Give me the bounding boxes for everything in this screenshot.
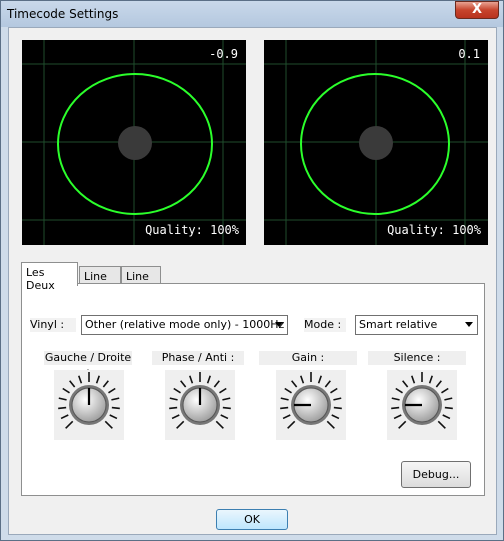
scope-right-quality: Quality: 100% — [387, 223, 481, 237]
mode-label: Mode : — [304, 318, 346, 332]
knob-gain-label: Gain : — [259, 351, 357, 365]
tab-les-deux[interactable]: Les Deux — [21, 262, 78, 292]
tab-panel-les-deux: Vinyl : Other (relative mode only) - 100… — [21, 283, 485, 496]
tab-les-deux-label: Les Deux — [26, 266, 55, 292]
knob-phase-anti-label: Phase / Anti : — [152, 351, 244, 365]
knob-gauche-droite-label: Gauche / Droite : — [44, 351, 132, 378]
scope-right-graphic — [264, 40, 488, 245]
vinyl-select[interactable]: Other (relative mode only) - 1000Hz — [81, 315, 288, 335]
vinyl-select-value: Other (relative mode only) - 1000Hz — [85, 318, 285, 331]
knob-phase-anti[interactable] — [165, 370, 235, 440]
mode-select-value: Smart relative — [359, 318, 438, 331]
close-icon: X — [471, 2, 483, 17]
scope-left-graphic — [22, 40, 246, 245]
mode-select[interactable]: Smart relative — [355, 315, 478, 335]
knob-gain[interactable] — [276, 370, 346, 440]
scope-right: 0.1 Quality: 100% — [264, 40, 488, 245]
knob-gauche-droite[interactable] — [54, 370, 124, 440]
chevron-down-icon — [275, 322, 283, 327]
knob-silence[interactable] — [387, 370, 457, 440]
close-button[interactable]: X — [455, 1, 499, 19]
ok-button[interactable]: OK — [216, 509, 288, 530]
chevron-down-icon — [465, 322, 473, 327]
scope-left-pitch: -0.9 — [209, 47, 238, 61]
scope-right-pitch: 0.1 — [458, 47, 480, 61]
scope-left-quality: Quality: 100% — [145, 223, 239, 237]
dialog-client-area: -0.9 Quality: 100% 0.1 Quality: 100% Les… — [8, 27, 497, 535]
knob-silence-label: Silence : — [368, 351, 466, 365]
window-title: Timecode Settings — [7, 7, 119, 21]
debug-button[interactable]: Debug... — [401, 461, 471, 488]
vinyl-label: Vinyl : — [30, 318, 76, 332]
scope-left: -0.9 Quality: 100% — [22, 40, 246, 245]
title-bar[interactable]: Timecode Settings X — [1, 1, 503, 27]
timecode-settings-window: Timecode Settings X -0.9 Quality: 100% 0… — [0, 0, 504, 541]
